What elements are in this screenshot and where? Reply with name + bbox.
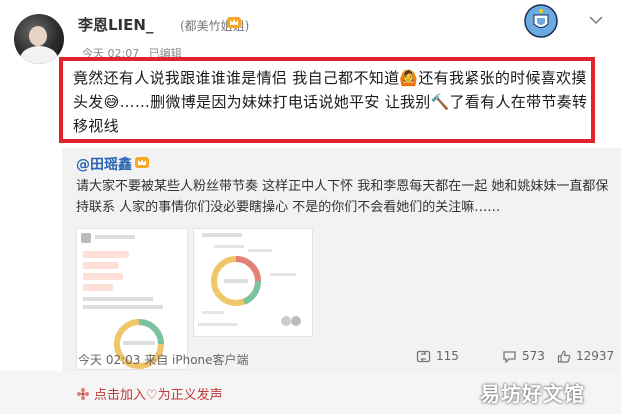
image-1-content (81, 233, 164, 369)
like-icon (557, 350, 571, 363)
manchester-city-badge-icon (524, 4, 558, 38)
watermark-text: 易坊好文馆 (480, 382, 585, 406)
avatar-face (29, 26, 47, 46)
repost-icon (416, 350, 431, 362)
like-action[interactable]: 12937 (557, 349, 614, 363)
comment-icon (503, 350, 516, 363)
bottom-bar: 点击加入♡为正义发声 易坊好文馆 (0, 371, 621, 414)
comment-action[interactable]: 573 (502, 349, 545, 363)
user-avatar[interactable] (14, 14, 64, 64)
comment-count: 573 (522, 349, 545, 363)
repost-crown-badge-icon (135, 157, 149, 168)
repost-image-1[interactable] (76, 228, 188, 370)
repost-username[interactable]: @田瑶鑫 (76, 154, 132, 174)
post-text: 竟然还有人说我跟谁谁谁是情侣 我自己都不知道🙆还有我紧张的时候喜欢摸头发😅……删… (73, 69, 588, 135)
repost-time-source: 今天 02:03 来自 iPhone客户端 (78, 353, 249, 367)
weibo-post-card: 李恩LIEN_ (都美竹姐姐) 今天 02:07 已编辑 竟然还有人说我跟谁谁谁… (0, 0, 621, 414)
support-text: 点击加入♡为正义发声 (94, 388, 223, 403)
avatar-body (20, 46, 58, 64)
post-username[interactable]: 李恩LIEN_ (78, 14, 153, 35)
crown-badge-icon (227, 17, 241, 28)
support-link[interactable]: 点击加入♡为正义发声 (76, 384, 223, 403)
repost-text: 请大家不要被某些人粉丝带节奏 这样正中人下怀 我和李恩每天都在一起 她和姚妹妹一… (76, 179, 609, 215)
repost-count: 115 (436, 349, 459, 363)
repost-action[interactable]: 115 (416, 349, 459, 363)
repost-block[interactable]: @田瑶鑫 请大家不要被某些人粉丝带节奏 这样正中人下怀 我和李恩每天都在一起 她… (62, 148, 621, 371)
image-2-content (198, 233, 301, 326)
repost-image-2[interactable] (193, 228, 313, 337)
like-count: 12937 (576, 349, 615, 363)
love-support-icon (77, 387, 89, 400)
chevron-down-icon[interactable] (588, 14, 604, 26)
